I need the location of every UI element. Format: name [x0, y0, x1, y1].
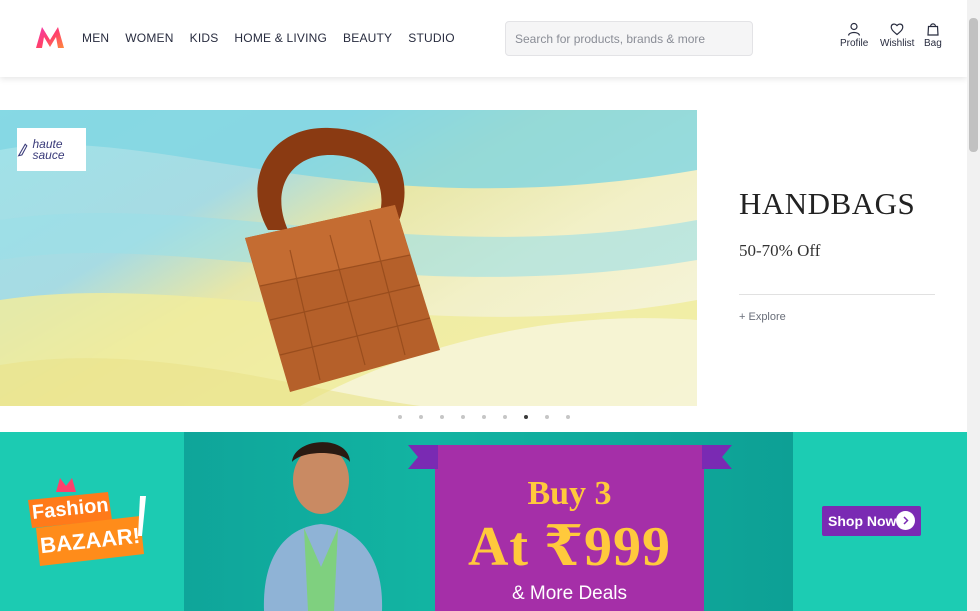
shop-now-label: Shop Now	[828, 513, 897, 529]
hero-title: HANDBAGS	[739, 186, 916, 221]
offer-more-deals: & More Deals	[511, 583, 628, 604]
fashion-bazaar-banner[interactable]: Fashion BAZAAR! Buy 3 At ₹999 & More Dea…	[0, 432, 967, 611]
carousel-dot[interactable]	[461, 415, 465, 419]
arrow-right-icon	[896, 511, 915, 530]
hero-divider	[739, 294, 935, 295]
main-nav: MEN WOMEN KIDS HOME & LIVING BEAUTY STUD…	[82, 31, 471, 45]
shop-now-button[interactable]: Shop Now	[822, 506, 921, 536]
carousel-dot[interactable]	[566, 415, 570, 419]
brand-logo-icon	[17, 142, 28, 157]
ribbon-left-icon	[408, 445, 438, 469]
explore-link[interactable]: + Explore	[739, 311, 786, 323]
carousel-dot[interactable]	[524, 415, 528, 419]
myntra-logo-icon[interactable]	[34, 24, 66, 50]
ribbon-right-icon	[702, 445, 732, 469]
hero-banner-image[interactable]	[0, 110, 697, 406]
offer-card: Buy 3 At ₹999 & More Deals	[435, 445, 704, 611]
nav-men[interactable]: MEN	[82, 31, 109, 45]
carousel-dot[interactable]	[545, 415, 549, 419]
carousel-dot[interactable]	[482, 415, 486, 419]
nav-women[interactable]: WOMEN	[125, 31, 173, 45]
page-scrollbar[interactable]	[967, 0, 980, 611]
bag-icon	[927, 23, 939, 36]
carousel-dot[interactable]	[440, 415, 444, 419]
wishlist-button[interactable]: Wishlist	[880, 22, 914, 49]
profile-label: Profile	[840, 38, 869, 49]
profile-button[interactable]: Profile	[840, 22, 868, 49]
fashion-bazaar-logo: Fashion BAZAAR!	[28, 476, 150, 571]
nav-home-living[interactable]: HOME & LIVING	[234, 31, 327, 45]
carousel-dots	[398, 415, 587, 419]
brand-logo-badge[interactable]: haute sauce	[17, 128, 86, 171]
search-input[interactable]	[506, 22, 752, 55]
profile-icon	[848, 22, 861, 36]
hero-subtitle: 50-70% Off	[739, 241, 821, 260]
nav-kids[interactable]: KIDS	[190, 31, 219, 45]
brand-name: haute sauce	[32, 136, 65, 162]
offer-price: At ₹999	[467, 516, 672, 578]
carousel-dot[interactable]	[419, 415, 423, 419]
nav-studio[interactable]: STUDIO	[408, 31, 455, 45]
heart-icon	[890, 23, 904, 36]
top-header: MEN WOMEN KIDS HOME & LIVING BEAUTY STUD…	[0, 0, 967, 77]
wishlist-label: Wishlist	[880, 38, 915, 49]
offer-headline: Buy 3	[527, 475, 612, 512]
search-box	[505, 21, 753, 56]
bag-label: Bag	[924, 38, 942, 49]
carousel-dot[interactable]	[503, 415, 507, 419]
bag-button[interactable]: Bag	[924, 22, 942, 49]
nav-beauty[interactable]: BEAUTY	[343, 31, 392, 45]
scrollbar-thumb[interactable]	[969, 18, 978, 152]
carousel-dot[interactable]	[398, 415, 402, 419]
